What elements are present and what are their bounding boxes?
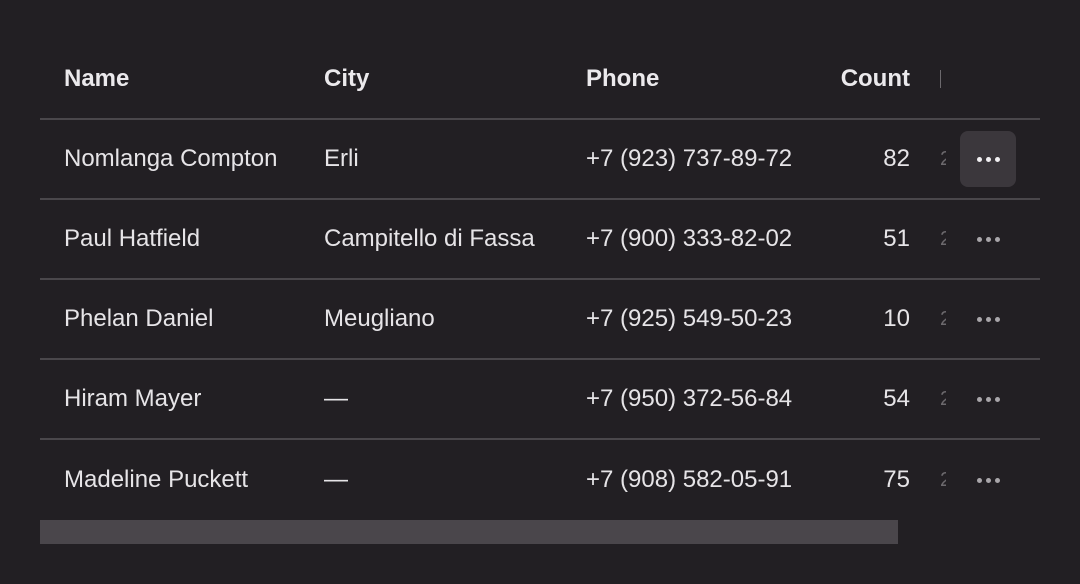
row-actions-button[interactable] xyxy=(960,371,1016,427)
horizontal-scrollbar-thumb[interactable] xyxy=(40,520,898,544)
column-divider-line xyxy=(940,70,941,88)
more-horizontal-icon-dot xyxy=(994,477,1000,483)
column-header-name[interactable]: Name xyxy=(64,40,314,118)
more-horizontal-icon-dot xyxy=(994,156,1000,162)
column-resize-divider[interactable] xyxy=(940,40,946,118)
cell-name: Hiram Mayer xyxy=(64,385,202,412)
column-header-count[interactable]: Count xyxy=(800,40,910,118)
more-horizontal-icon-dot xyxy=(994,396,1000,402)
cell-phone: +7 (925) 549-50-23 xyxy=(586,305,793,332)
more-horizontal-icon xyxy=(976,316,982,322)
cell-actions xyxy=(960,120,1016,198)
clipped-text: 2 xyxy=(940,387,946,410)
cell-phone: +7 (923) 737-89-72 xyxy=(586,145,793,172)
clipped-text: 2 xyxy=(940,468,946,491)
cell-city: Meugliano xyxy=(324,305,435,332)
row-actions-button[interactable] xyxy=(960,291,1016,347)
cell-count: 10 xyxy=(883,305,910,332)
cell-actions xyxy=(960,280,1016,358)
cell-actions xyxy=(960,440,1016,520)
cell-clipped-extra: 2 xyxy=(940,360,946,438)
cell-city: — xyxy=(324,385,348,412)
data-table: Name City Phone Count Nomlanga Compton E… xyxy=(40,40,1040,544)
cell-count: 82 xyxy=(883,145,910,172)
more-horizontal-icon-dot xyxy=(985,156,991,162)
column-header-city[interactable]: City xyxy=(324,40,574,118)
table-header-row: Name City Phone Count xyxy=(40,40,1040,120)
more-horizontal-icon-dot xyxy=(994,316,1000,322)
clipped-text: 2 xyxy=(940,307,946,330)
table-row: Madeline Puckett — +7 (908) 582-05-91 75… xyxy=(40,440,1040,520)
row-actions-button[interactable] xyxy=(960,211,1016,267)
cell-clipped-extra: 2 xyxy=(940,120,946,198)
more-horizontal-icon xyxy=(976,156,982,162)
table-row: Hiram Mayer — +7 (950) 372-56-84 54 2 xyxy=(40,360,1040,440)
cell-clipped-extra: 2 xyxy=(940,440,946,520)
cell-actions xyxy=(960,200,1016,278)
cell-count: 51 xyxy=(883,225,910,252)
cell-clipped-extra: 2 xyxy=(940,200,946,278)
more-horizontal-icon-dot xyxy=(985,236,991,242)
table-row: Nomlanga Compton Erli +7 (923) 737-89-72… xyxy=(40,120,1040,200)
more-horizontal-icon xyxy=(976,396,982,402)
cell-phone: +7 (908) 582-05-91 xyxy=(586,466,793,493)
more-horizontal-icon-dot xyxy=(985,396,991,402)
more-horizontal-icon xyxy=(976,477,982,483)
more-horizontal-icon-dot xyxy=(985,316,991,322)
more-horizontal-icon-dot xyxy=(994,236,1000,242)
cell-name: Phelan Daniel xyxy=(64,305,214,332)
cell-city: Erli xyxy=(324,145,359,172)
row-actions-button[interactable] xyxy=(960,452,1016,508)
cell-name: Nomlanga Compton xyxy=(64,145,278,172)
table-row: Phelan Daniel Meugliano +7 (925) 549-50-… xyxy=(40,280,1040,360)
cell-city: — xyxy=(324,466,348,493)
clipped-text: 2 xyxy=(940,227,946,250)
cell-count: 75 xyxy=(883,466,910,493)
cell-name: Madeline Puckett xyxy=(64,466,249,493)
clipped-text: 2 xyxy=(940,147,946,170)
cell-phone: +7 (950) 372-56-84 xyxy=(586,385,793,412)
cell-phone: +7 (900) 333-82-02 xyxy=(586,225,793,252)
cell-name: Paul Hatfield xyxy=(64,225,201,252)
cell-city: Campitello di Fassa xyxy=(324,225,535,252)
column-header-phone[interactable]: Phone xyxy=(586,40,816,118)
cell-count: 54 xyxy=(883,385,910,412)
table-row: Paul Hatfield Campitello di Fassa +7 (90… xyxy=(40,200,1040,280)
horizontal-scrollbar[interactable] xyxy=(40,520,1040,544)
cell-clipped-extra: 2 xyxy=(940,280,946,358)
cell-actions xyxy=(960,360,1016,438)
row-actions-button[interactable] xyxy=(960,131,1016,187)
more-horizontal-icon xyxy=(976,236,982,242)
more-horizontal-icon-dot xyxy=(985,477,991,483)
